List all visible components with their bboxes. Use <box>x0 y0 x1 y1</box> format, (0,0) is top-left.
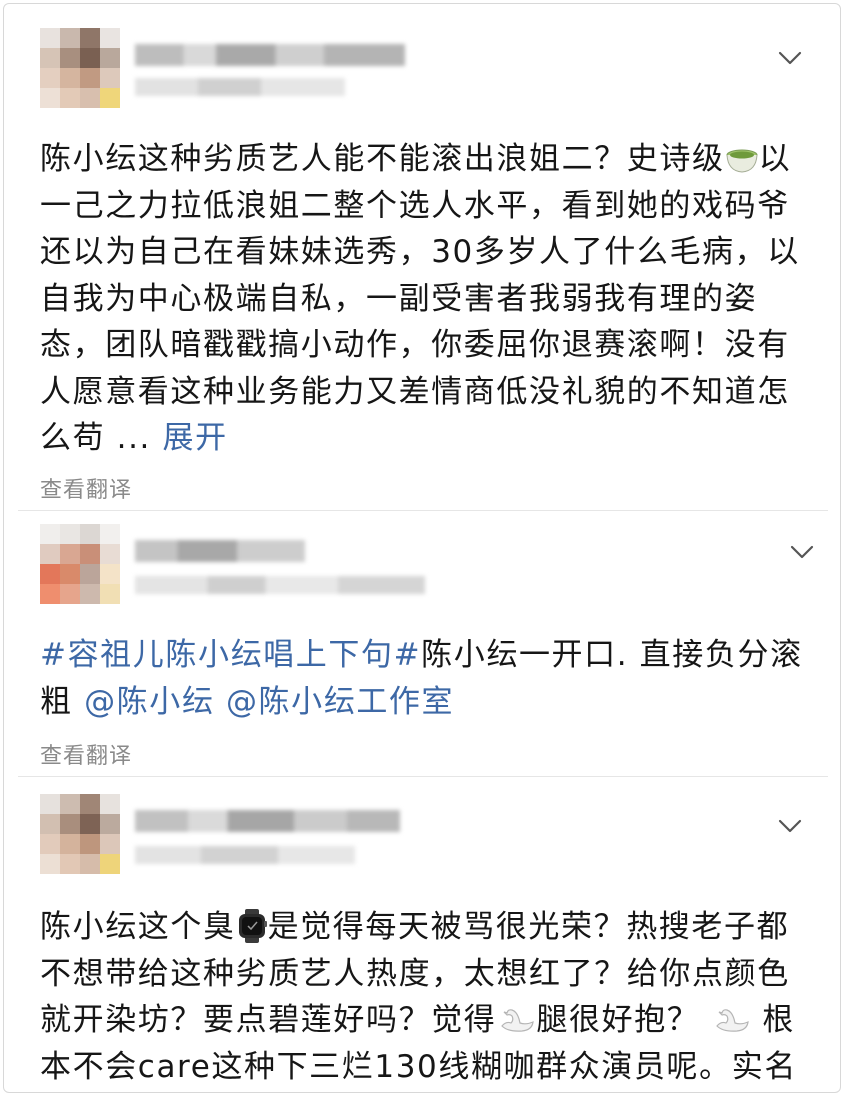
username-blurred[interactable] <box>135 540 305 562</box>
hashtag-link[interactable]: #容祖儿陈小纭唱上下句# <box>40 637 421 673</box>
avatar[interactable] <box>40 524 120 604</box>
post-text-content: 陈小纭这个臭 <box>40 909 236 945</box>
swan-emoji <box>501 1009 535 1032</box>
post-meta-blurred <box>135 78 345 96</box>
username-blurred[interactable] <box>135 44 405 66</box>
post-text: 陈小纭这个臭 是觉得每天被骂很光荣？热搜老子都不想带给这种劣质艺人热度，太想红了？… <box>40 904 810 1090</box>
chevron-down-icon[interactable] <box>776 48 804 68</box>
divider <box>18 510 828 511</box>
watch-emoji <box>238 909 267 943</box>
mention-link[interactable]: @陈小纭 <box>84 684 214 720</box>
post-meta-blurred <box>135 846 355 864</box>
chevron-down-icon[interactable] <box>776 816 804 836</box>
chevron-down-icon[interactable] <box>788 542 816 562</box>
expand-link[interactable]: 展开 <box>162 420 227 456</box>
translate-link[interactable]: 查看翻译 <box>40 738 132 770</box>
post-text: 陈小纭这种劣质艺人能不能滚出浪姐二？史诗级 以一己之力拉低浪姐二整个选人水平，看到… <box>40 136 810 462</box>
tea-emoji <box>726 149 758 173</box>
avatar[interactable] <box>40 28 120 108</box>
avatar[interactable] <box>40 794 120 874</box>
username-blurred[interactable] <box>135 810 400 832</box>
swan-emoji <box>716 1009 749 1032</box>
post-text-content: 腿很好抱？ <box>536 1002 700 1038</box>
mention-link[interactable]: @陈小纭工作室 <box>226 684 454 720</box>
post-text-content: 陈小纭这种劣质艺人能不能滚出浪姐二？史诗级 以一己之力拉低浪姐二整个选人水平，看到… <box>40 141 800 456</box>
divider <box>18 776 828 777</box>
post-text: #容祖儿陈小纭唱上下句#陈小纭一开口. 直接负分滚粗 @陈小纭 @陈小纭工作室 <box>40 632 810 725</box>
post-meta-blurred <box>135 576 425 594</box>
translate-link[interactable]: 查看翻译 <box>40 472 132 504</box>
